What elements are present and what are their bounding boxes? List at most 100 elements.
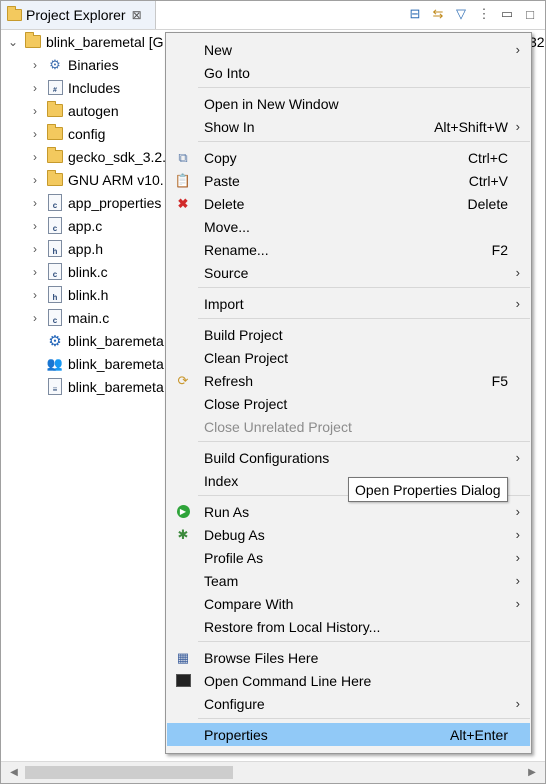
tree-item[interactable]: › config xyxy=(29,122,105,145)
tree-item[interactable]: › c app_properties xyxy=(29,191,161,214)
chevron-right-icon[interactable]: › xyxy=(29,311,41,325)
chevron-right-icon[interactable]: › xyxy=(29,150,41,164)
chevron-right-icon[interactable]: › xyxy=(29,127,41,141)
tree-item-label: gecko_sdk_3.2. xyxy=(68,148,167,165)
tree-item-label: app.c xyxy=(68,217,103,234)
view-tab-bar: Project Explorer ⊠ ⊟ ⇆ ▽ ⋮ ▭ □ xyxy=(1,1,545,30)
folder-icon xyxy=(47,170,63,188)
menu-item-debug-as[interactable]: ✱ Debug As › xyxy=(167,523,530,546)
submenu-arrow-icon: › xyxy=(515,504,520,519)
chevron-down-icon[interactable]: ⌄ xyxy=(7,35,19,49)
menu-item-import[interactable]: Import › xyxy=(167,292,530,315)
close-icon[interactable]: ⊠ xyxy=(132,8,142,22)
scrollbar-thumb[interactable] xyxy=(25,766,233,779)
menu-item-shortcut: F5 xyxy=(491,372,508,389)
menu-item-compare-with[interactable]: Compare With › xyxy=(167,592,530,615)
menu-item-label: Source xyxy=(204,264,249,281)
menu-item-label: Restore from Local History... xyxy=(204,618,381,635)
tree-item-label: blink.c xyxy=(68,263,108,280)
chevron-right-icon[interactable]: › xyxy=(29,242,41,256)
menu-item-clean-project[interactable]: Clean Project xyxy=(167,346,530,369)
tree-item[interactable]: 👥 blink_baremeta xyxy=(29,352,164,375)
tree-item[interactable]: › autogen xyxy=(29,99,119,122)
tree-item-label: blink_baremeta xyxy=(68,355,164,372)
view-menu-icon[interactable]: ⋮ xyxy=(475,5,493,23)
filter-icon[interactable]: ▽ xyxy=(452,5,470,23)
menu-item-label: Configure xyxy=(204,695,265,712)
chevron-right-icon[interactable]: › xyxy=(29,196,41,210)
chevron-right-icon[interactable]: › xyxy=(29,219,41,233)
menu-item-profile-as[interactable]: Profile As › xyxy=(167,546,530,569)
menu-item-build-configurations[interactable]: Build Configurations › xyxy=(167,446,530,469)
menu-item-shortcut: Alt+Shift+W xyxy=(434,118,508,135)
menu-item-build-project[interactable]: Build Project xyxy=(167,323,530,346)
menu-item-shortcut: F2 xyxy=(491,241,508,258)
tree-item[interactable]: › GNU ARM v10. xyxy=(29,168,164,191)
menu-item-show-in[interactable]: Show In Alt+Shift+W › xyxy=(167,115,530,138)
menu-item-move[interactable]: Move... xyxy=(167,215,530,238)
chevron-right-icon[interactable]: › xyxy=(29,288,41,302)
menu-item-delete[interactable]: ✖ Delete Delete xyxy=(167,192,530,215)
menu-item-label: Import xyxy=(204,295,244,312)
tree-item[interactable]: › c main.c xyxy=(29,306,109,329)
scroll-left-icon[interactable]: ◀ xyxy=(5,762,23,783)
menu-item-configure[interactable]: Configure › xyxy=(167,692,530,715)
menu-item-run-as[interactable]: ▶ Run As › xyxy=(167,500,530,523)
tree-root-label: blink_baremetal [G xyxy=(46,33,164,50)
menu-item-label: Profile As xyxy=(204,549,264,566)
menu-item-team[interactable]: Team › xyxy=(167,569,530,592)
tree-item[interactable]: › # Includes xyxy=(29,76,120,99)
menu-item-new[interactable]: New › xyxy=(167,38,530,61)
menu-item-shortcut: Alt+Enter xyxy=(450,726,508,743)
maximize-icon[interactable]: □ xyxy=(521,5,539,23)
tree-item[interactable]: › c blink.c xyxy=(29,260,108,283)
tree-item[interactable]: › c app.c xyxy=(29,214,102,237)
horizontal-scrollbar[interactable]: ◀ ▶ xyxy=(1,761,545,783)
chevron-right-icon[interactable]: › xyxy=(29,81,41,95)
menu-item-refresh[interactable]: ⟳ Refresh F5 xyxy=(167,369,530,392)
scroll-right-icon[interactable]: ▶ xyxy=(523,762,541,783)
chevron-right-icon[interactable]: › xyxy=(29,104,41,118)
tree-item[interactable]: › gecko_sdk_3.2. xyxy=(29,145,166,168)
collapse-all-icon[interactable]: ⊟ xyxy=(406,5,424,23)
menu-item-rename[interactable]: Rename... F2 xyxy=(167,238,530,261)
h-file-icon: h xyxy=(47,286,63,303)
minimize-icon[interactable]: ▭ xyxy=(498,5,516,23)
menu-item-go-into[interactable]: Go Into xyxy=(167,61,530,84)
menu-separator xyxy=(198,287,530,288)
menu-item-close-project[interactable]: Close Project xyxy=(167,392,530,415)
chevron-right-icon[interactable]: › xyxy=(29,58,41,72)
browse-files-icon: ▦ xyxy=(176,649,190,665)
menu-item-copy[interactable]: ⧉ Copy Ctrl+C xyxy=(167,146,530,169)
tree-item[interactable]: › h app.h xyxy=(29,237,103,260)
chevron-right-icon[interactable]: › xyxy=(29,265,41,279)
c-file-icon: c xyxy=(47,309,63,326)
chevron-right-icon[interactable]: › xyxy=(29,173,41,187)
menu-item-label: Refresh xyxy=(204,372,254,389)
view-toolbar: ⊟ ⇆ ▽ ⋮ ▭ □ xyxy=(406,5,539,23)
menu-separator xyxy=(198,718,530,719)
menu-separator xyxy=(198,141,530,142)
menu-item-open-in-new-window[interactable]: Open in New Window xyxy=(167,92,530,115)
tree-item-label: Binaries xyxy=(68,56,119,73)
menu-item-label: Build Project xyxy=(204,326,283,343)
submenu-arrow-icon: › xyxy=(515,596,520,611)
menu-item-properties[interactable]: Properties Alt+Enter xyxy=(167,723,530,746)
tree-item[interactable]: › ⚙ Binaries xyxy=(29,53,119,76)
project-explorer-tab[interactable]: Project Explorer ⊠ xyxy=(1,1,156,29)
menu-item-restore-from-local-history[interactable]: Restore from Local History... xyxy=(167,615,530,638)
menu-item-label: Paste xyxy=(204,172,240,189)
link-with-editor-icon[interactable]: ⇆ xyxy=(429,5,447,23)
menu-item-source[interactable]: Source › xyxy=(167,261,530,284)
tree-item[interactable]: › h blink.h xyxy=(29,283,108,306)
tree-item[interactable]: ≡ blink_baremeta xyxy=(29,375,164,398)
properties-tooltip: Open Properties Dialog xyxy=(348,477,508,502)
menu-item-open-command-line-here[interactable]: Open Command Line Here xyxy=(167,669,530,692)
h-file-icon: h xyxy=(47,240,63,257)
menu-item-paste[interactable]: 📋 Paste Ctrl+V xyxy=(167,169,530,192)
tree-item[interactable]: ⚙ blink_baremeta xyxy=(29,329,163,352)
menu-item-label: Show In xyxy=(204,118,255,135)
tree-root-blink-baremetal[interactable]: ⌄ blink_baremetal [G xyxy=(7,30,164,53)
menu-item-browse-files-here[interactable]: ▦ Browse Files Here xyxy=(167,646,530,669)
menu-item-label: Browse Files Here xyxy=(204,649,319,666)
